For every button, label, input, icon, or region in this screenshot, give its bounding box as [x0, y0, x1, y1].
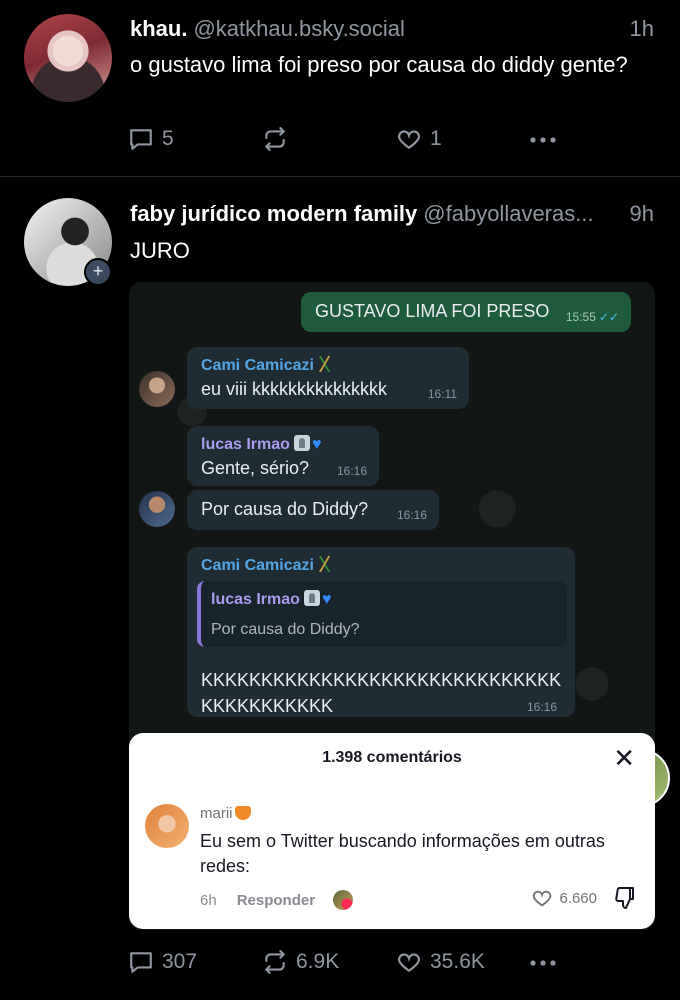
more-button[interactable] — [528, 953, 558, 973]
quoted-message: lucas Irmao ♥ Por causa do Diddy? — [197, 581, 567, 647]
more-dots-icon — [530, 137, 556, 143]
person-emoji-icon — [293, 435, 310, 451]
chat-time: 16:16 — [527, 700, 558, 714]
post-khau[interactable]: khau. @katkhau.bsky.social 1h o gustavo l… — [0, 0, 680, 176]
like-count: 1 — [430, 127, 442, 150]
chat-message: Por causa do Diddy? — [201, 499, 369, 519]
chat-sender: Cami Camicazi — [201, 557, 314, 574]
quoted-text: Por causa do Diddy? — [211, 621, 360, 638]
repost-icon — [265, 950, 285, 974]
chat-message: GUSTAVO LIMA FOI PRESO — [315, 301, 550, 321]
author-name[interactable]: faby jurídico modern family — [130, 201, 417, 226]
chat-message-line: KKKKKKKKKKKKKKKKKKKKKKKKKKKKKK — [201, 670, 562, 690]
commenter-avatar[interactable] — [145, 804, 189, 848]
blue-heart-icon: ♥ — [321, 591, 332, 608]
chat-message: eu viii kkkkkkkkkkkkkkk — [201, 379, 388, 399]
reply-link[interactable]: Responder — [237, 892, 315, 909]
post-time[interactable]: 1h — [630, 16, 654, 42]
blue-heart-icon: ♥ — [311, 436, 322, 453]
repost-icon — [265, 127, 285, 151]
comments-sheet: 1.398 comentários ✕ marii Eu sem o Twitt… — [129, 733, 655, 929]
close-icon[interactable]: ✕ — [613, 745, 635, 771]
more-dots-icon — [530, 960, 556, 966]
speech-bubble-icon — [130, 129, 152, 150]
double-check-icon: ✓✓ — [598, 310, 619, 324]
post-text: JURO — [130, 238, 190, 263]
like-count: 35.6K — [430, 950, 485, 973]
reply-button[interactable]: 5 — [128, 126, 174, 152]
chat-bubble: Cami Camicazi eu viii kkkkkkkkkkkkkkk 16… — [187, 347, 469, 409]
heart-icon — [398, 953, 420, 972]
reply-count: 307 — [162, 950, 198, 973]
repost-count: 6.9K — [296, 950, 340, 973]
chat-message-line: KKKKKKKKKKK — [201, 696, 334, 716]
heart-icon — [398, 130, 420, 149]
fox-emoji-icon — [234, 806, 251, 820]
reply-button[interactable]: 307 — [128, 949, 197, 975]
comment-meta: 6h Responder — [200, 890, 354, 910]
repost-button[interactable]: 6.9K — [262, 949, 339, 975]
follow-button[interactable]: + — [84, 258, 112, 286]
chat-bubble: lucas Irmao ♥ Gente, sério? 16:16 — [187, 426, 379, 486]
reply-count: 5 — [162, 127, 174, 150]
post-header: khau. @katkhau.bsky.social 1h — [130, 16, 654, 46]
quoted-sender: lucas Irmao — [211, 591, 300, 608]
comment-text: Eu sem o Twitter buscando informações em… — [200, 831, 605, 876]
repost-button[interactable] — [262, 126, 296, 152]
avatar[interactable]: + — [24, 198, 112, 286]
like-button[interactable]: 35.6K — [396, 949, 485, 975]
post-faby[interactable]: + faby jurídico modern family @fabyollave… — [0, 177, 680, 1000]
chat-time: 15:55 ✓✓ — [566, 310, 619, 324]
chat-time-text: 15:55 — [565, 310, 596, 324]
chat-time: 16:11 — [427, 387, 457, 401]
author-name[interactable]: khau. — [130, 16, 187, 41]
chat-time: 16:16 — [336, 464, 367, 478]
comments-count-title: 1.398 comentários — [322, 749, 462, 766]
heart-icon — [533, 890, 552, 907]
author-handle[interactable]: @fabyollaveras... — [423, 201, 593, 227]
commenter-username-row: marii — [200, 805, 251, 822]
chat-sender-row: lucas Irmao ♥ — [201, 435, 321, 454]
plant-emoji-icon — [317, 356, 334, 372]
person-emoji-icon — [303, 590, 320, 606]
more-button[interactable] — [528, 130, 558, 150]
comment-age: 6h — [200, 892, 217, 909]
creator-liked-badge — [333, 890, 354, 910]
chat-sender-row: Cami Camicazi — [201, 556, 334, 575]
avatar[interactable] — [24, 14, 112, 102]
plant-emoji-icon — [317, 556, 334, 572]
comment-like-count: 6.660 — [559, 889, 597, 907]
speech-bubble-icon — [130, 952, 152, 973]
quoted-sender-row: lucas Irmao ♥ — [211, 590, 331, 609]
post-header: faby jurídico modern family @fabyollavera… — [130, 201, 654, 231]
post-text: o gustavo lima foi preso por causa do di… — [130, 52, 628, 77]
post-actions: 5 1 — [128, 126, 578, 156]
comment-like-button[interactable]: 6.660 — [531, 887, 597, 909]
chat-bubble-outgoing: GUSTAVO LIMA FOI PRESO 15:55 ✓✓ — [301, 292, 631, 332]
post-time[interactable]: 9h — [630, 201, 654, 227]
commenter-username[interactable]: marii — [200, 805, 233, 822]
chat-bubble: Por causa do Diddy? 16:16 — [187, 490, 439, 530]
chat-sender: Cami Camicazi — [201, 357, 314, 374]
author-handle[interactable]: @katkhau.bsky.social — [193, 16, 404, 41]
post-actions: 307 6.9K 35.6K — [128, 949, 578, 979]
chat-message: Gente, sério? — [201, 458, 310, 478]
chat-sender: lucas Irmao — [201, 436, 290, 453]
chat-time: 16:16 — [396, 508, 427, 522]
chat-avatar — [139, 371, 175, 407]
chat-sender-row: Cami Camicazi — [201, 356, 334, 375]
chat-message-laughter: KKKKKKKKKKKKKKKKKKKKKKKKKKKKKK KKKKKKKKK… — [201, 667, 561, 719]
thumbs-down-icon — [615, 887, 634, 909]
chat-avatar — [139, 491, 175, 527]
like-button[interactable]: 1 — [396, 126, 442, 152]
dislike-button[interactable] — [613, 886, 637, 915]
